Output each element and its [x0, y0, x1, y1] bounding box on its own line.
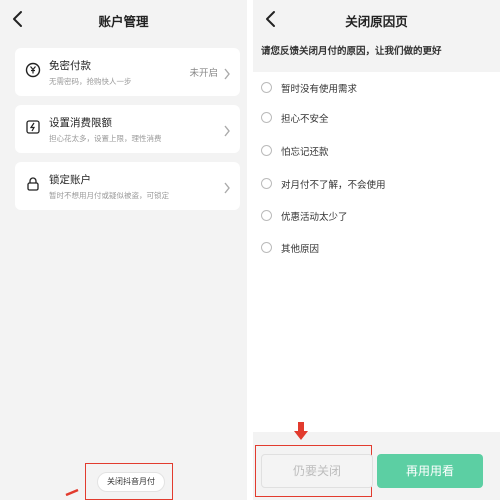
use-again-button[interactable]: 再用用看	[377, 454, 483, 488]
status-label: 未开启	[189, 68, 218, 79]
account-management-screen: 账户管理 免密付款 无需密码，抢购快人一步 未开启 设置消费限额 担心花太多，设…	[0, 0, 247, 500]
page-title: 关闭原因页	[345, 14, 408, 29]
lightning-icon	[25, 119, 41, 135]
radio-button[interactable]	[261, 242, 272, 253]
card-title: 设置消费限额	[49, 117, 112, 129]
card-title: 免密付款	[49, 60, 91, 72]
lock-icon	[25, 176, 41, 192]
radio-button[interactable]	[261, 210, 272, 221]
reason-label: 怕忘记还款	[281, 147, 329, 158]
top-bar: 账户管理	[0, 0, 247, 38]
reason-label: 对月付不了解，不会使用	[281, 180, 386, 191]
reason-option[interactable]: 对月付不了解，不会使用	[261, 176, 461, 194]
close-monthly-pay-link[interactable]: 关闭抖音月付	[97, 472, 165, 492]
radio-button[interactable]	[261, 112, 272, 123]
radio-button[interactable]	[261, 178, 272, 189]
card-password-free-payment[interactable]: 免密付款 无需密码，抢购快人一步 未开启	[15, 48, 240, 96]
yen-coin-icon	[25, 62, 41, 78]
chevron-right-icon	[223, 65, 231, 80]
card-subtitle: 担心花太多，设置上限，理性消费	[49, 134, 162, 143]
reason-label: 优惠活动太少了	[281, 212, 348, 223]
still-close-button[interactable]: 仍要关闭	[261, 454, 373, 488]
reason-label: 其他原因	[281, 244, 320, 255]
chevron-right-icon	[223, 122, 231, 137]
reason-option[interactable]: 担心不安全	[261, 110, 461, 128]
page-title: 账户管理	[98, 14, 149, 29]
reason-label: 暂时没有使用需求	[281, 84, 358, 95]
reason-option[interactable]: 其他原因	[261, 240, 461, 258]
reason-option[interactable]: 优惠活动太少了	[261, 208, 461, 226]
card-subtitle: 暂时不想用月付或疑似被盗，可锁定	[49, 191, 169, 200]
red-arrow-icon	[65, 488, 79, 496]
red-arrow-icon	[294, 422, 308, 440]
reason-option[interactable]: 暂时没有使用需求	[261, 80, 461, 98]
feedback-prompt: 请您反馈关闭月付的原因，让我们做的更好	[261, 46, 442, 57]
radio-button[interactable]	[261, 145, 272, 156]
close-reason-screen: 关闭原因页 请您反馈关闭月付的原因，让我们做的更好 暂时没有使用需求 担心不安全…	[253, 0, 500, 500]
reason-option[interactable]: 怕忘记还款	[261, 143, 461, 161]
card-lock-account[interactable]: 锁定账户 暂时不想用月付或疑似被盗，可锁定	[15, 162, 240, 210]
reason-options: 暂时没有使用需求 担心不安全 怕忘记还款 对月付不了解，不会使用 优惠活动太少了…	[253, 72, 500, 432]
radio-button[interactable]	[261, 82, 272, 93]
chevron-right-icon	[223, 179, 231, 194]
reason-label: 担心不安全	[281, 114, 329, 125]
top-bar: 关闭原因页	[253, 0, 500, 38]
card-subtitle: 无需密码，抢购快人一步	[49, 77, 132, 86]
card-spending-limit[interactable]: 设置消费限额 担心花太多，设置上限，理性消费	[15, 105, 240, 153]
card-title: 锁定账户	[49, 174, 91, 186]
